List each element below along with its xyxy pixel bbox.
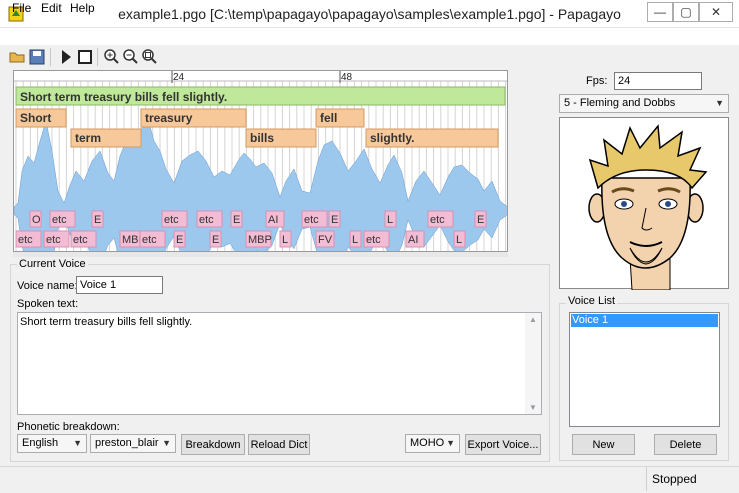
word-label: bills (250, 131, 274, 145)
phoneme-label: MBP (248, 234, 272, 246)
export-voice-button[interactable]: Export Voice... (465, 434, 541, 455)
frame-number-label: 24 (173, 72, 185, 83)
phoneme-label: FV (318, 234, 333, 246)
phoneme-label: L (387, 214, 393, 226)
zoom-out-icon[interactable] (121, 47, 141, 67)
breakdown-button[interactable]: Breakdown (181, 434, 245, 455)
word-label: term (75, 131, 101, 145)
language-select[interactable]: English ▼ (17, 434, 87, 453)
phoneme-label: E (331, 214, 338, 226)
toolbar-separator (50, 48, 51, 66)
maximize-button[interactable]: ▢ (673, 2, 699, 22)
phoneme-label: AI (268, 214, 278, 226)
current-voice-label: Current Voice (17, 258, 88, 270)
spoken-text-area[interactable]: Short term treasury bills fell slightly. (17, 312, 542, 415)
reload-dict-button[interactable]: Reload Dict (248, 434, 310, 455)
phoneme-label: etc (164, 214, 179, 226)
delete-voice-button[interactable]: Delete (654, 434, 717, 455)
play-icon[interactable] (56, 47, 76, 67)
voice-name-input[interactable] (76, 276, 163, 294)
voice-list-label: Voice List (566, 295, 618, 307)
phoneme-label: etc (199, 214, 214, 226)
waveform-canvas[interactable]: 24 48 Short term treasury bills fell sligh… (14, 71, 508, 252)
status-text: Stopped (652, 472, 697, 486)
phoneme-label: etc (73, 234, 88, 246)
mouth-set-select[interactable]: 5 - Fleming and Dobbs ▼ (559, 94, 729, 113)
phoneme-set-value: preston_blair (95, 437, 159, 449)
waveform-scrollbar[interactable] (13, 252, 508, 257)
phoneme-label: E (176, 234, 183, 246)
language-value: English (22, 437, 59, 449)
voice-name-label: Voice name: (17, 280, 78, 292)
chevron-down-icon: ▼ (162, 438, 171, 448)
phoneme-label: E (94, 214, 101, 226)
phoneme-label: etc (46, 234, 61, 246)
new-voice-button[interactable]: New (572, 434, 635, 455)
close-button[interactable]: ✕ (699, 2, 733, 22)
mouth-set-value: 5 - Fleming and Dobbs (564, 97, 676, 109)
phoneme-label: etc (142, 234, 157, 246)
word-label: slightly. (370, 131, 414, 145)
waveform-panel[interactable]: 24 48 Short term treasury bills fell sligh… (13, 70, 508, 252)
phonetic-breakdown-label: Phonetic breakdown: (17, 421, 120, 433)
open-icon[interactable] (8, 47, 28, 67)
phrase-text: Short term treasury bills fell slightly. (20, 90, 227, 104)
voice-list-item[interactable]: Voice 1 (571, 314, 718, 327)
phoneme-label: etc (430, 214, 445, 226)
zoom-fit-icon[interactable] (140, 47, 160, 67)
toolbar-separator (97, 48, 98, 66)
word-label: fell (320, 111, 337, 125)
word-label: Short (20, 111, 51, 125)
phoneme-label: AI (408, 234, 418, 246)
phoneme-label: L (456, 234, 462, 246)
word-label: treasury (145, 111, 193, 125)
phoneme-label: E (212, 234, 219, 246)
frame-number-label: 48 (341, 72, 353, 83)
menu-bar (0, 28, 739, 45)
chevron-down-icon: ▼ (73, 438, 82, 448)
fps-input[interactable] (614, 72, 702, 90)
status-divider (646, 467, 647, 491)
spoken-text-label: Spoken text: (17, 298, 79, 310)
phoneme-label: E (477, 214, 484, 226)
minimize-button[interactable]: — (647, 2, 673, 22)
chevron-down-icon: ▼ (446, 438, 455, 448)
phoneme-set-select[interactable]: preston_blair ▼ (90, 434, 176, 453)
zoom-in-icon[interactable] (102, 47, 122, 67)
menu-file[interactable]: File (12, 1, 31, 15)
phoneme-label: etc (366, 234, 381, 246)
spoken-text-scrollbar[interactable]: ▲ ▼ (525, 313, 541, 414)
voice-list[interactable] (569, 312, 720, 427)
phoneme-label: etc (52, 214, 67, 226)
menu-edit[interactable]: Edit (41, 1, 62, 15)
window-title: example1.pgo [C:\temp\papagayo\papagayo\… (118, 6, 621, 22)
phoneme-label: etc (18, 234, 33, 246)
status-bar (0, 466, 739, 493)
phoneme-label: O (32, 214, 41, 226)
stop-icon[interactable] (75, 47, 95, 67)
chevron-down-icon: ▼ (715, 98, 724, 108)
export-format-select[interactable]: MOHO ▼ (405, 434, 460, 453)
phoneme-label: etc (304, 214, 319, 226)
mouth-preview-panel (559, 117, 729, 291)
fps-label: Fps: (586, 75, 608, 87)
export-format-value: MOHO (410, 437, 445, 449)
phoneme-label: E (233, 214, 240, 226)
menu-help[interactable]: Help (70, 1, 95, 15)
phoneme-label: L (352, 234, 358, 246)
face-illustration (588, 124, 708, 291)
save-icon[interactable] (27, 47, 47, 67)
phoneme-label: L (282, 234, 288, 246)
